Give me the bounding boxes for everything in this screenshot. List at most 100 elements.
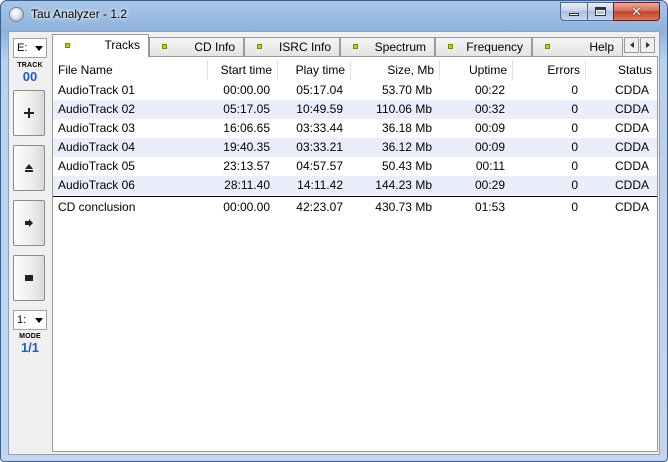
column-header-start-time[interactable]: Start time: [208, 60, 278, 80]
stop-button[interactable]: [13, 255, 45, 301]
stop-icon: [25, 275, 33, 281]
table-cell: 110.06 Mb: [376, 102, 432, 116]
table-cell: 0: [571, 83, 578, 97]
column-header-file-name[interactable]: File Name: [53, 60, 208, 80]
table-cell: 05:17.05: [223, 102, 270, 116]
window-title: Tau Analyzer - 1.2: [31, 7, 128, 21]
app-icon[interactable]: [9, 7, 24, 22]
summary-cell: CD conclusion: [58, 200, 136, 214]
tracks-table: File Name Start time Play time Size, Mb …: [52, 56, 658, 452]
tab-spectrum[interactable]: Spectrum: [340, 37, 435, 56]
table-row[interactable]: AudioTrack 05 23:13.57 04:57.57 50.43 Mb 00:…: [53, 157, 657, 176]
summary-row[interactable]: CD conclusion 00:00.00 42:23.07 430.73 Mb 01…: [53, 198, 657, 217]
minimize-icon: [569, 13, 579, 16]
chevron-left-icon: [629, 42, 634, 48]
tab-frequency[interactable]: Frequency: [435, 37, 532, 56]
maximize-button[interactable]: [587, 2, 614, 21]
table-row[interactable]: AudioTrack 04 19:40.35 03:33.21 36.12 Mb 00:…: [53, 138, 657, 157]
table-cell: 00:11: [475, 159, 505, 173]
mode-select[interactable]: 1:: [13, 310, 47, 330]
table-cell: CDDA: [614, 178, 649, 192]
tab-cd-info[interactable]: CD Info: [149, 37, 244, 56]
table-cell: 04:57.57: [296, 159, 343, 173]
drive-select-value: E:: [17, 42, 28, 54]
column-header-size[interactable]: Size, Mb: [351, 60, 440, 80]
table-cell: 50.43 Mb: [381, 159, 432, 173]
tab-scroll-right-button[interactable]: [640, 37, 655, 53]
table-cell: 00:29: [474, 178, 505, 192]
tab-label: ISRC Info: [278, 40, 331, 54]
title-bar[interactable]: Tau Analyzer - 1.2 ✕: [1, 1, 667, 29]
table-header: File Name Start time Play time Size, Mb …: [53, 60, 657, 80]
table-cell: AudioTrack 01: [58, 83, 135, 97]
table-cell: 53.70 Mb: [381, 83, 432, 97]
mode-select-value: 1:: [17, 314, 27, 326]
table-row[interactable]: AudioTrack 01 00:00.00 05:17.04 53.70 Mb 00:…: [53, 81, 657, 100]
app-window: Tau Analyzer - 1.2 ✕ E: TRACK 0 0 1: MODE…: [0, 0, 668, 462]
led-icon: [162, 44, 167, 49]
table-cell: CDDA: [614, 159, 649, 173]
column-header-errors[interactable]: Errors: [513, 60, 586, 80]
column-header-play-time[interactable]: Play time: [278, 60, 351, 80]
summary-cell: 01:53: [474, 200, 505, 214]
tab-label: Spectrum: [374, 40, 426, 54]
table-cell: 14:11.42: [297, 178, 343, 192]
table-cell: 00:09: [474, 140, 505, 154]
mode-label: MODE: [19, 333, 41, 340]
table-cell: 00:00.00: [223, 83, 270, 97]
table-cell: 36.18 Mb: [381, 121, 432, 135]
maximize-icon: [595, 7, 606, 16]
table-cell: 03:33.44: [296, 121, 343, 135]
summary-cell: CDDA: [614, 200, 649, 214]
close-button[interactable]: ✕: [613, 2, 660, 21]
tab-tracks[interactable]: Tracks: [52, 34, 149, 57]
table-row[interactable]: AudioTrack 02 05:17.05 10:49.59 110.06 Mb 00…: [53, 100, 657, 119]
tab-isrc-info[interactable]: ISRC Info: [244, 37, 340, 56]
table-cell: 23:13.57: [223, 159, 270, 173]
table-cell: 16:06.65: [223, 121, 270, 135]
table-cell: AudioTrack 02: [58, 102, 135, 116]
table-cell: 00:22: [474, 83, 505, 97]
table-row[interactable]: AudioTrack 03 16:06.65 03:33.44 36.18 Mb 00:…: [53, 119, 657, 138]
table-cell: 00:32: [474, 102, 505, 116]
table-cell: 0: [571, 121, 578, 135]
tab-scroll-left-button[interactable]: [624, 37, 639, 53]
table-cell: 19:40.35: [223, 140, 270, 154]
table-cell: AudioTrack 03: [58, 121, 135, 135]
chevron-down-icon: [35, 46, 43, 51]
table-cell: CDDA: [614, 121, 649, 135]
summary-cell: 00:00.00: [223, 200, 270, 214]
column-header-status[interactable]: Status: [586, 60, 657, 80]
table-cell: 0: [571, 140, 578, 154]
table-cell: 10:49.59: [296, 102, 343, 116]
summary-cell: 0: [571, 200, 578, 214]
table-cell: 00:09: [474, 121, 505, 135]
summary-cell: 430.73 Mb: [375, 200, 432, 214]
table-cell: 0: [571, 178, 578, 192]
track-label: TRACK: [17, 62, 43, 69]
chevron-down-icon: [35, 318, 43, 323]
left-toolbar: E: TRACK 00 1: MODE 1/1: [9, 32, 51, 454]
table-cell: 36.12 Mb: [381, 140, 432, 154]
tab-help[interactable]: Help: [532, 37, 623, 56]
eject-icon: [25, 164, 33, 172]
table-cell: 28:11.40: [224, 178, 270, 192]
table-row[interactable]: AudioTrack 06 28:11.40 14:11.42 144.23 Mb 00…: [53, 176, 657, 195]
table-cell: AudioTrack 05: [58, 159, 135, 173]
table-cell: 0: [571, 102, 578, 116]
table-cell: AudioTrack 04: [58, 140, 135, 154]
eject-button[interactable]: [13, 145, 45, 191]
table-cell: CDDA: [614, 102, 649, 116]
table-cell: 144.23 Mb: [375, 178, 432, 192]
led-icon: [353, 44, 358, 49]
close-icon: ✕: [631, 3, 642, 19]
summary-divider: [53, 196, 657, 197]
table-cell: CDDA: [614, 140, 649, 154]
minimize-button[interactable]: [560, 2, 588, 21]
drive-select[interactable]: E:: [13, 38, 47, 58]
column-header-uptime[interactable]: Uptime: [440, 60, 513, 80]
next-button[interactable]: [13, 200, 45, 246]
led-icon: [545, 44, 550, 49]
tab-strip: Tracks CD Info ISRC Info Spectrum Freque…: [51, 34, 659, 57]
add-button[interactable]: [13, 90, 45, 136]
